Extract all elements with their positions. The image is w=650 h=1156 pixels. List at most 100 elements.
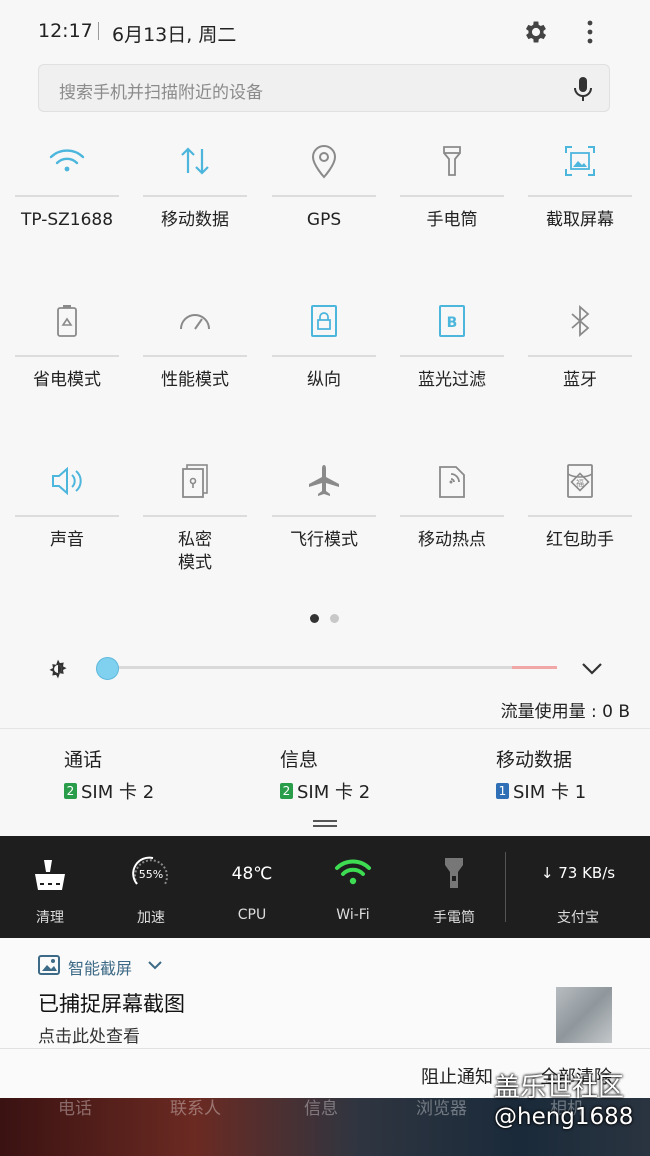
brightness-high-zone [512, 666, 557, 669]
watermark-line1: 盖乐世社区 [494, 1073, 625, 1103]
sim-messages[interactable]: 信息 2 SIM 卡 2 [280, 745, 370, 804]
quick-toggle-blue-light-filter[interactable]: B 蓝光过滤 [400, 285, 504, 415]
chevron-down-icon[interactable] [148, 960, 162, 970]
search-placeholder: 搜索手机并扫描附近的设备 [59, 83, 263, 103]
toggle-divider [143, 515, 247, 517]
watermark-line2: @heng1688 [494, 1104, 634, 1130]
toggle-divider [272, 195, 376, 197]
toggle-label: 蓝牙 [563, 370, 597, 390]
dock-item[interactable]: 信息 [304, 1094, 338, 1119]
sim-slot-badge: 1 [496, 783, 509, 799]
download-speed: ↓ 73 KB/s [540, 864, 616, 882]
clock: 12:17 [38, 20, 93, 42]
sim-mobile-data[interactable]: 移动数据 1 SIM 卡 1 [496, 745, 586, 804]
mobile-data-icon [181, 147, 209, 175]
blue-light-filter-icon: B [439, 305, 465, 337]
svg-text:B: B [447, 315, 458, 331]
battery-saver-icon [57, 305, 77, 337]
cleanup-shortcut[interactable]: 清理 [0, 836, 100, 938]
toggle-label: GPS [306, 210, 342, 230]
quick-toggle-sound[interactable]: 声音 [15, 445, 119, 575]
toggle-label: 手电筒 [426, 210, 478, 230]
chevron-down-icon[interactable] [580, 658, 604, 678]
block-notifications-button[interactable]: 阻止通知 [421, 1063, 493, 1089]
dock-item[interactable]: 联系人 [170, 1094, 221, 1119]
sim-card-label: SIM 卡 2 [81, 782, 155, 803]
more-options-icon[interactable] [578, 18, 602, 46]
divider [98, 22, 99, 40]
alipay-label: 支付宝 [557, 910, 599, 926]
boost-shortcut[interactable]: 55% 加速 [101, 836, 201, 938]
quick-toggle-wifi[interactable]: TP-SZ1688 [15, 125, 119, 255]
quick-toggle-red-envelope[interactable]: 福红包助手 [528, 445, 632, 575]
quick-toggle-private-mode[interactable]: 私密 模式 [143, 445, 247, 575]
quick-toggle-portrait-lock[interactable]: 纵向 [272, 285, 376, 415]
toggle-label: 红包助手 [546, 530, 614, 550]
search-bar[interactable]: 搜索手机并扫描附近的设备 [38, 64, 610, 112]
broom-icon [35, 860, 65, 890]
date[interactable]: 6月13日, 周二 [112, 20, 236, 47]
data-usage-text[interactable]: 流量使用量 : 0 B [0, 697, 630, 722]
sim-slot-badge: 2 [64, 783, 77, 799]
page-indicator-active [310, 614, 319, 623]
toggle-label: 纵向 [307, 370, 341, 390]
toggle-label: 截取屏幕 [546, 210, 614, 230]
location-icon [311, 145, 337, 179]
divider [505, 852, 506, 922]
performance-icon [180, 314, 210, 330]
toggle-divider [400, 515, 504, 517]
sim-messages-title: 信息 [280, 749, 319, 771]
brightness-track[interactable] [97, 666, 557, 669]
toggle-divider [272, 515, 376, 517]
flashlight-icon [443, 146, 461, 176]
cpu-temp-value: 48℃ [231, 864, 273, 884]
microphone-icon[interactable] [571, 75, 595, 103]
screenshot-icon [565, 146, 595, 176]
toggle-divider [400, 355, 504, 357]
cleanup-label: 清理 [36, 910, 64, 926]
brightness-slider-thumb[interactable] [96, 657, 119, 680]
drag-handle[interactable] [313, 820, 337, 828]
sim-calls-title: 通话 [64, 749, 103, 771]
quick-toggle-performance[interactable]: 性能模式 [143, 285, 247, 415]
brightness-icon [49, 659, 67, 679]
toggle-divider [528, 355, 632, 357]
hotspot-icon [439, 466, 465, 498]
toggle-label: 蓝光过滤 [418, 370, 486, 390]
cpu-shortcut[interactable]: 48℃ CPU [202, 836, 302, 938]
quick-toggle-hotspot[interactable]: 移动热点 [400, 445, 504, 575]
flashlight-shortcut[interactable]: 手電筒 [404, 836, 504, 938]
quick-toggle-mobile-data[interactable]: 移动数据 [143, 125, 247, 255]
gear-icon[interactable] [522, 18, 550, 46]
dock-item[interactable]: 浏览器 [416, 1094, 467, 1119]
cpu-label: CPU [237, 907, 267, 923]
sim-mobile-data-title: 移动数据 [496, 749, 573, 771]
sound-icon [52, 466, 82, 496]
quick-toggle-location[interactable]: GPS [272, 125, 376, 255]
image-icon [38, 955, 60, 975]
notification-subtitle: 点击此处查看 [38, 1027, 140, 1047]
quick-toggle-battery-saver[interactable]: 省电模式 [15, 285, 119, 415]
screenshot-thumbnail[interactable] [556, 987, 612, 1043]
toggle-divider [15, 355, 119, 357]
boost-value: 55% [138, 868, 164, 881]
notification-app-name: 智能截屏 [68, 959, 133, 978]
alipay-shortcut[interactable]: ↓ 73 KB/s 支付宝 [528, 836, 628, 938]
quick-toggle-airplane[interactable]: 飞行模式 [272, 445, 376, 575]
quick-toggle-flashlight[interactable]: 手电筒 [400, 125, 504, 255]
wifi-shortcut[interactable]: Wi-Fi [303, 836, 403, 938]
sim-calls[interactable]: 通话 2 SIM 卡 2 [64, 745, 154, 804]
svg-text:福: 福 [576, 479, 584, 488]
sim-slot-badge: 2 [280, 783, 293, 799]
quick-toggle-bluetooth[interactable]: 蓝牙 [528, 285, 632, 415]
toggle-label: 移动热点 [418, 530, 486, 550]
red-envelope-icon: 福 [567, 464, 593, 498]
toggle-label: 飞行模式 [290, 530, 358, 550]
dock-item[interactable]: 电话 [58, 1094, 92, 1119]
toggle-label: 声音 [50, 530, 84, 550]
quick-toggle-screenshot[interactable]: 截取屏幕 [528, 125, 632, 255]
bluetooth-icon [571, 305, 590, 337]
toggle-divider [400, 195, 504, 197]
wifi-label: Wi-Fi [336, 907, 370, 923]
airplane-icon [309, 465, 339, 496]
